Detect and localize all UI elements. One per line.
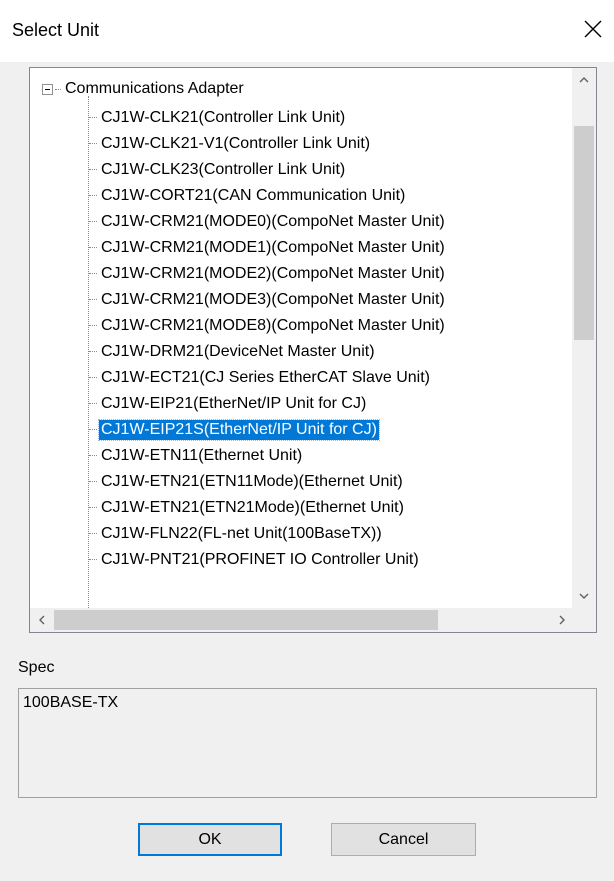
tree-content: Communications Adapter CJ1W-CLK21(Contro… (30, 68, 574, 608)
tree-item[interactable]: CJ1W-CLK23(Controller Link Unit) (30, 157, 574, 183)
tree-item-label: CJ1W-CRM21(MODE1)(CompoNet Master Unit) (101, 239, 445, 256)
window-title: Select Unit (12, 20, 100, 40)
tree-connector (89, 117, 97, 118)
chevron-right-icon (559, 615, 565, 625)
spec-label: Spec (18, 659, 55, 676)
tree-item-label: CJ1W-ETN21(ETN11Mode)(Ethernet Unit) (101, 473, 403, 490)
tree-connector (89, 403, 97, 404)
tree-item[interactable]: CJ1W-ETN11(Ethernet Unit) (30, 443, 574, 469)
spec-textbox[interactable]: 100BASE-TX (18, 688, 597, 798)
tree-connector (89, 273, 97, 274)
tree-item[interactable]: CJ1W-CRM21(MODE0)(CompoNet Master Unit) (30, 209, 574, 235)
tree-item-label: CJ1W-EIP21(EtherNet/IP Unit for CJ) (101, 395, 367, 412)
tree-item-label: CJ1W-ETN21(ETN21Mode)(Ethernet Unit) (101, 499, 404, 516)
tree-item-label: CJ1W-PNT21(PROFINET IO Controller Unit) (101, 551, 419, 568)
tree-item-label: CJ1W-CLK23(Controller Link Unit) (101, 161, 346, 178)
tree-connector (55, 89, 61, 90)
tree-root-communications-adapter[interactable]: Communications Adapter (65, 79, 244, 99)
horizontal-scrollbar[interactable] (30, 608, 574, 632)
tree-item[interactable]: CJ1W-FLN22(FL-net Unit(100BaseTX)) (30, 521, 574, 547)
tree-item[interactable]: CJ1W-CRM21(MODE2)(CompoNet Master Unit) (30, 261, 574, 287)
tree-connector (89, 429, 97, 430)
tree-connector (89, 533, 97, 534)
tree-item-label: CJ1W-CRM21(MODE3)(CompoNet Master Unit) (101, 291, 445, 308)
tree-item-label: CJ1W-CRM21(MODE2)(CompoNet Master Unit) (101, 265, 445, 282)
unit-tree-view[interactable]: Communications Adapter CJ1W-CLK21(Contro… (29, 67, 597, 633)
tree-item-label: CJ1W-CRM21(MODE8)(CompoNet Master Unit) (101, 317, 445, 334)
tree-connector (89, 507, 97, 508)
title-bar: Select Unit (0, 0, 614, 62)
tree-item[interactable]: CJ1W-CRM21(MODE1)(CompoNet Master Unit) (30, 235, 574, 261)
tree-item[interactable]: CJ1W-CORT21(CAN Communication Unit) (30, 183, 574, 209)
horizontal-scroll-thumb[interactable] (54, 610, 438, 630)
collapse-minus-icon[interactable] (42, 84, 53, 95)
tree-item-label: CJ1W-EIP21S(EtherNet/IP Unit for CJ) (98, 419, 380, 441)
scrollbar-corner (572, 608, 596, 632)
scroll-right-button[interactable] (550, 608, 574, 632)
tree-item[interactable]: CJ1W-CLK21(Controller Link Unit) (30, 105, 574, 131)
tree-item[interactable]: CJ1W-CLK21-V1(Controller Link Unit) (30, 131, 574, 157)
tree-connector (89, 377, 97, 378)
close-icon (584, 20, 602, 38)
scroll-left-button[interactable] (30, 608, 54, 632)
tree-item-label: CJ1W-CRM21(MODE0)(CompoNet Master Unit) (101, 213, 445, 230)
tree-connector (89, 559, 97, 560)
tree-item[interactable]: CJ1W-EIP21(EtherNet/IP Unit for CJ) (30, 391, 574, 417)
vertical-scroll-thumb[interactable] (574, 126, 594, 340)
chevron-down-icon (579, 593, 589, 599)
tree-item-label: CJ1W-DRM21(DeviceNet Master Unit) (101, 343, 375, 360)
select-unit-dialog: Select Unit Communications Adapter CJ1W-… (0, 0, 614, 881)
scroll-up-button[interactable] (572, 68, 596, 92)
tree-connector (89, 455, 97, 456)
tree-connector (89, 351, 97, 352)
vertical-scrollbar[interactable] (572, 68, 596, 608)
tree-connector (89, 143, 97, 144)
tree-item[interactable]: CJ1W-ETN21(ETN11Mode)(Ethernet Unit) (30, 469, 574, 495)
tree-connector (89, 221, 97, 222)
tree-connector (89, 325, 97, 326)
cancel-button[interactable]: Cancel (331, 823, 476, 856)
close-button[interactable] (572, 8, 614, 50)
tree-connector (89, 481, 97, 482)
chevron-left-icon (39, 615, 45, 625)
tree-connector (89, 169, 97, 170)
tree-item-label: CJ1W-ETN11(Ethernet Unit) (101, 447, 303, 464)
spec-value: 100BASE-TX (23, 694, 119, 711)
tree-item[interactable]: CJ1W-CRM21(MODE8)(CompoNet Master Unit) (30, 313, 574, 339)
tree-item-label: CJ1W-CLK21(Controller Link Unit) (101, 109, 346, 126)
chevron-up-icon (579, 77, 589, 83)
tree-item[interactable]: CJ1W-PNT21(PROFINET IO Controller Unit) (30, 547, 574, 573)
tree-connector (89, 195, 97, 196)
tree-item-label: CJ1W-FLN22(FL-net Unit(100BaseTX)) (101, 525, 382, 542)
tree-item[interactable]: CJ1W-ETN21(ETN21Mode)(Ethernet Unit) (30, 495, 574, 521)
scroll-down-button[interactable] (572, 584, 596, 608)
tree-item[interactable]: CJ1W-CRM21(MODE3)(CompoNet Master Unit) (30, 287, 574, 313)
ok-button[interactable]: OK (138, 823, 282, 856)
tree-item-label: CJ1W-ECT21(CJ Series EtherCAT Slave Unit… (101, 369, 430, 386)
tree-connector (89, 299, 97, 300)
tree-item[interactable]: CJ1W-ECT21(CJ Series EtherCAT Slave Unit… (30, 365, 574, 391)
tree-item-label: CJ1W-CLK21-V1(Controller Link Unit) (101, 135, 371, 152)
tree-item-label: CJ1W-CORT21(CAN Communication Unit) (101, 187, 406, 204)
tree-connector (89, 247, 97, 248)
tree-item[interactable]: CJ1W-DRM21(DeviceNet Master Unit) (30, 339, 574, 365)
tree-item[interactable]: CJ1W-EIP21S(EtherNet/IP Unit for CJ) (30, 417, 574, 443)
